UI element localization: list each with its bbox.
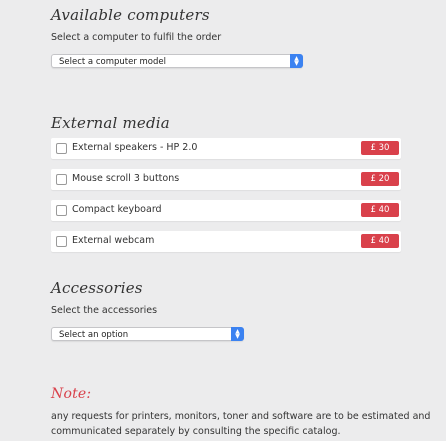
media-item-checkbox[interactable] [56, 236, 67, 247]
media-item[interactable]: Mouse scroll 3 buttons £ 20 [51, 169, 401, 190]
accessories-select[interactable]: Select an option ▲ ▼ [51, 327, 244, 341]
media-item-price-badge: £ 30 [361, 141, 399, 155]
media-item-name: Mouse scroll 3 buttons [72, 173, 180, 184]
computers-label: Select a computer to fulfil the order [51, 32, 222, 43]
accessories-heading: Accessories [51, 279, 143, 297]
media-item-name: External speakers - HP 2.0 [72, 142, 198, 153]
chevron-updown-icon: ▲ ▼ [231, 327, 244, 341]
media-item-checkbox[interactable] [56, 174, 67, 185]
media-item[interactable]: External webcam £ 40 [51, 231, 401, 252]
media-item-price-badge: £ 20 [361, 172, 399, 186]
computer-model-select[interactable]: Select a computer model ▲ ▼ [51, 54, 303, 68]
media-item-name: Compact keyboard [72, 204, 162, 215]
chevron-updown-icon: ▲ ▼ [290, 54, 303, 68]
media-list: External speakers - HP 2.0 £ 30 Mouse sc… [51, 138, 401, 262]
media-item-checkbox[interactable] [56, 143, 67, 154]
media-item-price-badge: £ 40 [361, 234, 399, 248]
note-heading: Note: [51, 386, 92, 402]
media-item-name: External webcam [72, 235, 155, 246]
media-item-price-badge: £ 40 [361, 203, 399, 217]
media-heading: External media [51, 114, 170, 132]
media-item[interactable]: External speakers - HP 2.0 £ 30 [51, 138, 401, 159]
accessories-select-value: Select an option [59, 330, 129, 340]
accessories-label: Select the accessories [51, 305, 158, 316]
computers-heading: Available computers [51, 6, 210, 24]
note-text: any requests for printers, monitors, ton… [51, 411, 431, 437]
computer-model-select-value: Select a computer model [59, 57, 166, 67]
media-item-checkbox[interactable] [56, 205, 67, 216]
media-item[interactable]: Compact keyboard £ 40 [51, 200, 401, 221]
